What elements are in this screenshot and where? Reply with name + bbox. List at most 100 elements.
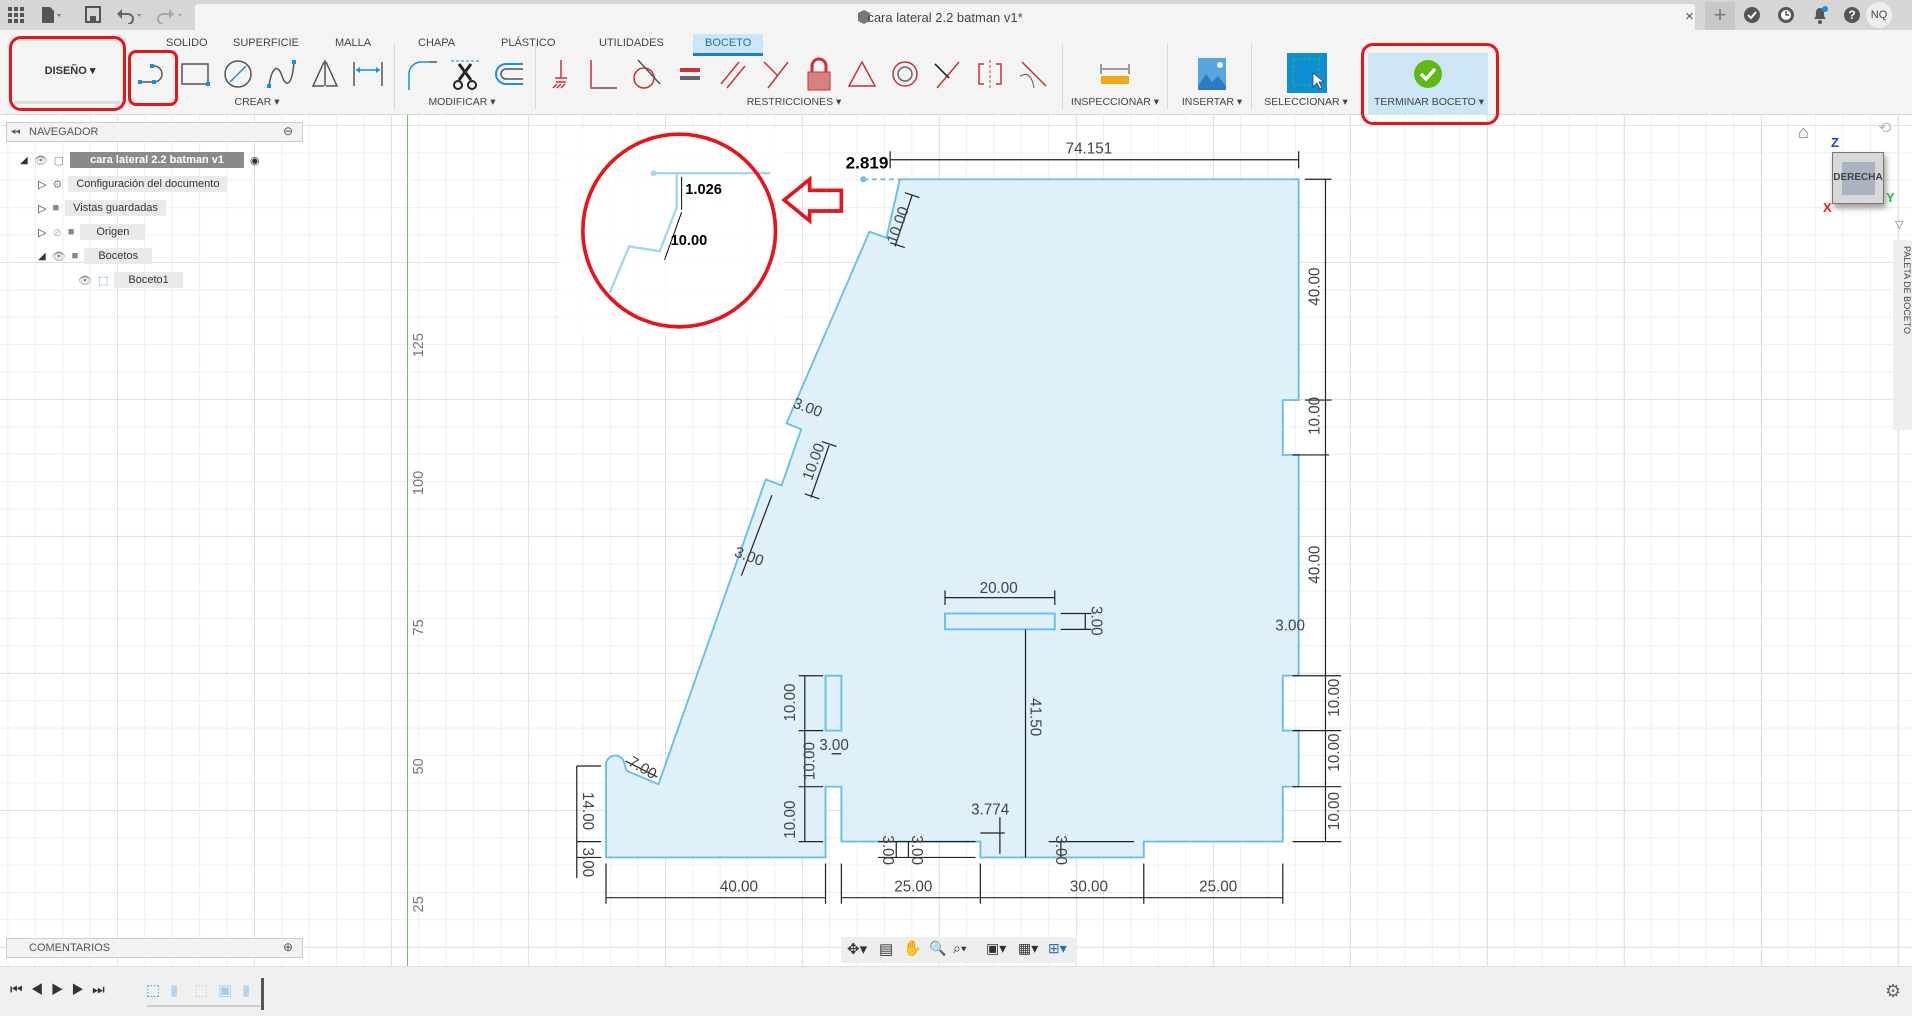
active-radio-icon[interactable]: ◉ (250, 154, 260, 167)
timeline-sketch-icon[interactable]: ⬚ (194, 981, 208, 999)
tab-chapa[interactable]: CHAPA (410, 34, 463, 56)
select-tool-icon[interactable] (1287, 53, 1327, 93)
ribbon-toolbar: DISEÑO ▾ SOLIDO SUPERFICIE MALLA CHAPA P… (0, 30, 1912, 115)
timeline-track (147, 1005, 260, 1007)
job-status-icon[interactable] (1743, 6, 1761, 24)
concentric-constraint-icon[interactable] (887, 56, 923, 92)
sketch-icon: ⬚ (97, 274, 109, 287)
group-insert-label[interactable]: INSERTAR ▾ (1182, 96, 1242, 108)
lock-constraint-icon[interactable] (801, 56, 837, 92)
dimension-tool-icon[interactable] (350, 56, 386, 92)
group-inspect-label[interactable]: INSPECCIONAR ▾ (1071, 96, 1159, 108)
circle-tool-icon[interactable] (220, 56, 256, 92)
save-icon[interactable] (85, 6, 101, 23)
timeline-image-icon[interactable]: ▣ (218, 981, 232, 999)
fillet-tool-icon[interactable] (404, 56, 440, 92)
document-tab[interactable]: cara lateral 2.2 batman v1* × (195, 4, 1695, 30)
timeline-marker[interactable] (261, 978, 264, 1010)
expand-triangle-icon[interactable]: ▷ (38, 202, 46, 215)
visibility-eye-icon[interactable]: 👁 (52, 250, 66, 263)
home-view-icon[interactable]: ⌂ (1798, 122, 1809, 143)
tree-item-saved-views[interactable]: ▷ ■ Vistas guardadas (38, 198, 166, 218)
timeline-extrude-icon[interactable]: ▮ (242, 981, 250, 999)
visibility-eye-icon[interactable]: 👁 (34, 154, 48, 167)
tangent-constraint-icon[interactable] (628, 56, 664, 92)
curvature-constraint-icon[interactable] (1016, 56, 1052, 92)
rotate-view-icon[interactable]: ⟲ (1878, 118, 1891, 138)
settings-gear-icon[interactable]: ⚙ (1885, 981, 1901, 1002)
visibility-eye-icon[interactable]: 👁 (78, 274, 92, 287)
timeline-extrude-icon[interactable]: ▮ (170, 981, 178, 999)
hidden-eye-icon[interactable]: ⊘ (52, 226, 61, 239)
display-settings-icon[interactable]: ▣▾ (986, 940, 1006, 957)
grid-settings-icon[interactable]: ▦▾ (1018, 940, 1038, 957)
equal-constraint-icon[interactable] (672, 56, 708, 92)
group-select-label[interactable]: SELECCIONAR ▾ (1264, 96, 1347, 108)
expand-triangle-icon[interactable]: ▷ (38, 178, 46, 191)
triangle-constraint-icon[interactable] (844, 56, 880, 92)
zoom-icon[interactable]: 🔍 (929, 940, 946, 957)
pan-hand-icon[interactable]: ✋ (903, 939, 922, 957)
rectangle-tool-icon[interactable] (177, 56, 213, 92)
new-tab-button[interactable]: + (1705, 2, 1735, 30)
timeline-sketch-icon[interactable]: ⬚ (146, 981, 160, 999)
redo-icon[interactable] (157, 6, 185, 24)
navigation-bar: ✥▾ ▤ ✋ 🔍 ⌕▾ ▣▾ ▦▾ ⊞▾ (841, 937, 1077, 963)
user-avatar[interactable]: NQ (1866, 2, 1892, 28)
parallel-constraint-icon[interactable] (715, 56, 751, 92)
tree-item-document-settings[interactable]: ▷ ⚙ Configuración del documento (38, 174, 228, 194)
offset-tool-icon[interactable] (490, 56, 526, 92)
tree-item-sketches[interactable]: ◢ 👁 ■ Bocetos (38, 246, 153, 266)
clock-icon[interactable] (1777, 6, 1795, 24)
tree-label: Origen (80, 224, 146, 240)
look-at-icon[interactable]: ▤ (879, 940, 893, 958)
trim-scissors-icon[interactable] (447, 56, 483, 92)
add-comment-icon[interactable]: ⊕ (283, 940, 293, 954)
notifications-bell-icon[interactable] (1811, 5, 1829, 25)
insert-image-icon[interactable] (1194, 56, 1230, 92)
navigator-title: NAVEGADOR (29, 126, 99, 138)
timeline-bar: ⏮◀▶▶⏭ ⬚ ▮ ⬚ ▣ ▮ ⚙ (0, 966, 1912, 1016)
file-menu-icon[interactable] (40, 6, 62, 24)
tab-superficie[interactable]: SUPERFICIE (225, 34, 307, 56)
midpoint-constraint-icon[interactable] (929, 56, 965, 92)
minimize-icon[interactable]: ⊖ (283, 124, 293, 138)
viewcube-menu-icon[interactable]: ▽ (1895, 218, 1903, 231)
tab-malla[interactable]: MALLA (327, 34, 379, 56)
tree-item-root[interactable]: ◢ 👁 ▢ cara lateral 2.2 batman v1 ◉ (20, 150, 260, 170)
help-icon[interactable]: ? (1843, 6, 1861, 24)
tab-boceto[interactable]: BOCETO (693, 34, 764, 56)
tree-item-origin[interactable]: ▷ ⊘ ■ Origen (38, 222, 146, 242)
sketch-palette-tab[interactable]: PALETA DE BOCETO (1893, 240, 1912, 430)
group-modify-label[interactable]: MODIFICAR ▾ (428, 96, 495, 108)
collapse-icon[interactable]: ◂◂ (11, 126, 20, 137)
expand-triangle-icon[interactable]: ◢ (38, 251, 46, 262)
apps-grid-icon[interactable] (8, 7, 24, 23)
timeline-controls[interactable]: ⏮◀▶▶⏭ (10, 981, 113, 998)
axis-y-label: Y (1886, 190, 1895, 205)
symmetry-constraint-icon[interactable] (972, 56, 1008, 92)
undo-icon[interactable] (116, 6, 144, 24)
spline-tool-icon[interactable] (264, 56, 300, 92)
mirror-tool-icon[interactable] (307, 56, 343, 92)
perpendicular-constraint-icon[interactable] (758, 56, 794, 92)
close-tab-icon[interactable]: × (1685, 8, 1694, 25)
viewports-icon[interactable]: ⊞▾ (1048, 940, 1067, 957)
group-constraints-label[interactable]: RESTRICCIONES ▾ (747, 96, 842, 108)
navigator-header[interactable]: ◂◂ NAVEGADOR ⊖ (6, 122, 303, 142)
tab-plastico[interactable]: PLÁSTICO (493, 34, 563, 56)
measure-ruler-icon[interactable] (1097, 56, 1133, 92)
viewcube[interactable]: DERECHA (1832, 152, 1884, 204)
comments-panel[interactable]: COMENTARIOS ⊕ (6, 938, 303, 958)
fit-view-icon[interactable]: ⌕▾ (953, 940, 967, 957)
coincident-constraint-icon[interactable] (585, 56, 621, 92)
orbit-icon[interactable]: ✥▾ (847, 940, 867, 958)
expand-triangle-icon[interactable]: ▷ (38, 226, 46, 239)
group-create-label[interactable]: CREAR ▾ (235, 96, 280, 108)
tab-utilidades[interactable]: UTILIDADES (591, 34, 672, 56)
fix-constraint-icon[interactable] (543, 56, 579, 92)
separator (1167, 44, 1168, 110)
expand-triangle-icon[interactable]: ◢ (20, 155, 28, 166)
tree-item-sketch1[interactable]: 👁 ⬚ Boceto1 (78, 270, 183, 290)
sketch-canvas[interactable] (0, 115, 1912, 966)
